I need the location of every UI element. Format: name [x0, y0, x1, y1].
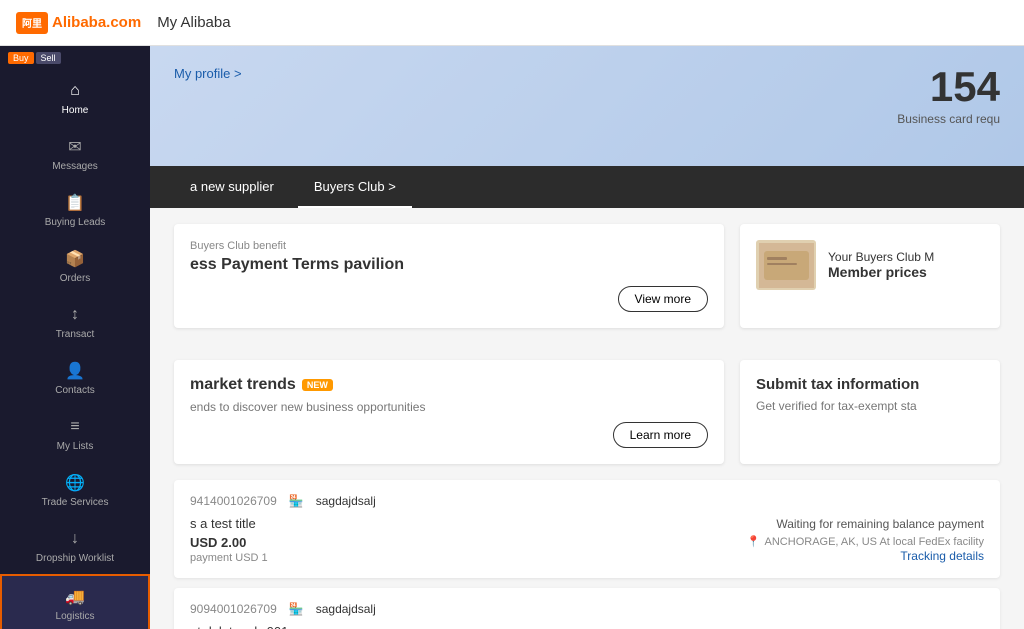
banner-count: 154	[897, 66, 1000, 108]
banner-left: My profile >	[174, 66, 897, 101]
logistics-icon: 🚚	[64, 586, 86, 608]
order-status-1: Waiting for remaining balance payment	[747, 517, 984, 531]
contacts-icon: 👤	[64, 360, 86, 382]
transact-icon: ↕	[64, 304, 86, 326]
orders-icon: 📦	[64, 248, 86, 270]
cards-row-1: Buyers Club benefit ess Payment Terms pa…	[150, 208, 1024, 344]
tracking-link-1[interactable]: Tracking details	[900, 549, 984, 563]
sidebar-item-logistics[interactable]: 🚚 Logistics Alibaba.com Logistics Search…	[0, 574, 150, 629]
home-icon: ⌂	[64, 80, 86, 102]
order-payment-1: payment USD 1	[190, 552, 268, 564]
sidebar: Buy Sell ⌂ Home ✉ Messages 📋 Buying Lead…	[0, 46, 150, 629]
market-trends-card: market trends NEW ends to discover new b…	[174, 360, 724, 464]
sell-badge: Sell	[36, 52, 61, 64]
order-id-2: 9094001026709	[190, 602, 277, 616]
content-area: My profile > 154 Business card requ a ne…	[150, 46, 1024, 629]
cards-row-2: market trends NEW ends to discover new b…	[150, 344, 1024, 480]
card-side-text: Your Buyers Club M Member prices	[828, 250, 934, 280]
logo-text: Alibaba.com	[52, 14, 141, 31]
submit-tax-title: Submit tax information	[756, 376, 984, 393]
buy-sell-badge: Buy Sell	[0, 46, 150, 70]
main-wrapper: Buy Sell ⌂ Home ✉ Messages 📋 Buying Lead…	[0, 46, 1024, 629]
market-trends-subtitle: ends to discover new business opportunit…	[190, 400, 708, 414]
member-prices: Member prices	[828, 264, 934, 280]
trade-services-icon: 🌐	[64, 472, 86, 494]
order-title-1: s a test title	[190, 516, 268, 531]
order-title-2: pt delete cdw001	[190, 624, 288, 629]
sidebar-item-home[interactable]: ⌂ Home	[0, 70, 150, 126]
learn-more-button[interactable]: Learn more	[613, 422, 708, 448]
tab-new-supplier[interactable]: a new supplier	[174, 166, 290, 208]
sidebar-item-transact-label: Transact	[56, 329, 95, 340]
order-top-1: 9414001026709 🏪 sagdajdsalj	[190, 494, 984, 508]
orders-section: 9414001026709 🏪 sagdajdsalj s a test tit…	[150, 480, 1024, 629]
store-name-2: sagdajdsalj	[316, 602, 376, 616]
store-icon-2: 🏪	[289, 602, 304, 616]
messages-icon: ✉	[64, 136, 86, 158]
sidebar-item-transact[interactable]: ↕ Transact	[0, 294, 150, 350]
order-price-1: USD 2.00	[190, 535, 268, 550]
sidebar-item-my-lists-label: My Lists	[57, 441, 94, 452]
buying-leads-icon: 📋	[64, 192, 86, 214]
sidebar-item-dropship-label: Dropship Worklist	[36, 553, 114, 564]
buyers-club-image	[756, 240, 816, 290]
card-side-content: Your Buyers Club M Member prices	[756, 240, 984, 290]
submit-tax-card: Submit tax information Get verified for …	[740, 360, 1000, 464]
banner-right: 154 Business card requ	[897, 66, 1000, 126]
my-profile-link[interactable]: My profile >	[174, 66, 897, 81]
blue-banner: My profile > 154 Business card requ	[150, 46, 1024, 166]
card-benefit-label: Buyers Club benefit	[190, 240, 708, 252]
tabs-bar: a new supplier Buyers Club >	[150, 166, 1024, 208]
submit-tax-desc: Get verified for tax-exempt sta	[756, 399, 984, 413]
order-row-1: 9414001026709 🏪 sagdajdsalj s a test tit…	[174, 480, 1000, 578]
location-pin-icon: 📍	[747, 535, 761, 548]
banner-count-label: Business card requ	[897, 112, 1000, 126]
order-location-text-1: ANCHORAGE, AK, US At local FedEx facilit…	[765, 536, 984, 548]
view-more-button[interactable]: View more	[618, 286, 708, 312]
tab-buyers-club[interactable]: Buyers Club >	[298, 166, 412, 208]
sidebar-item-buying-leads-label: Buying Leads	[45, 217, 106, 228]
order-middle-1: s a test title USD 2.00 payment USD 1 Wa…	[190, 516, 984, 564]
top-header: 阿里 Alibaba.com My Alibaba	[0, 0, 1024, 46]
sidebar-item-dropship[interactable]: ↓ Dropship Worklist	[0, 518, 150, 574]
your-buyers-club-heading: Your Buyers Club M	[828, 250, 934, 264]
order-id-1: 9414001026709	[190, 494, 277, 508]
store-name-1: sagdajdsalj	[316, 494, 376, 508]
order-top-2: 9094001026709 🏪 sagdajdsalj	[190, 602, 984, 616]
your-buyers-club-card: Your Buyers Club M Member prices	[740, 224, 1000, 328]
market-learn-more-footer: Learn more	[190, 422, 708, 448]
sidebar-item-my-lists[interactable]: ≡ My Lists	[0, 406, 150, 462]
dropship-icon: ↓	[64, 528, 86, 550]
buy-badge: Buy	[8, 52, 34, 64]
my-lists-icon: ≡	[64, 416, 86, 438]
svg-text:阿里: 阿里	[22, 18, 42, 30]
store-icon-1: 🏪	[289, 494, 304, 508]
sidebar-item-messages[interactable]: ✉ Messages	[0, 126, 150, 182]
sidebar-item-orders-label: Orders	[60, 273, 91, 284]
order-left-info-1: s a test title USD 2.00 payment USD 1	[190, 516, 268, 564]
order-left-info-2: pt delete cdw001 USD 0.60	[190, 624, 288, 629]
order-location-1: 📍 ANCHORAGE, AK, US At local FedEx facil…	[747, 535, 984, 548]
new-badge: NEW	[302, 379, 333, 391]
alibaba-icon: 阿里	[16, 12, 48, 34]
sidebar-item-home-label: Home	[62, 105, 89, 116]
order-row-2: 9094001026709 🏪 sagdajdsalj pt delete cd…	[174, 588, 1000, 629]
sidebar-item-orders[interactable]: 📦 Orders	[0, 238, 150, 294]
buyers-club-card: Buyers Club benefit ess Payment Terms pa…	[174, 224, 724, 328]
sidebar-item-buying-leads[interactable]: 📋 Buying Leads	[0, 182, 150, 238]
sidebar-item-messages-label: Messages	[52, 161, 98, 172]
order-right-info-1: Waiting for remaining balance payment 📍 …	[747, 517, 984, 563]
sidebar-item-logistics-label: Logistics	[56, 611, 95, 622]
logo[interactable]: 阿里 Alibaba.com	[16, 12, 141, 34]
order-middle-2: pt delete cdw001 USD 0.60 Waiting for pa…	[190, 624, 984, 629]
card-footer: View more	[190, 286, 708, 312]
page-title: My Alibaba	[157, 14, 230, 31]
sidebar-item-contacts-label: Contacts	[55, 385, 94, 396]
sidebar-item-trade-services-label: Trade Services	[42, 497, 109, 508]
market-trends-title: market trends	[190, 376, 296, 394]
sidebar-item-contacts[interactable]: 👤 Contacts	[0, 350, 150, 406]
sidebar-item-trade-services[interactable]: 🌐 Trade Services	[0, 462, 150, 518]
card-payment-title: ess Payment Terms pavilion	[190, 256, 708, 274]
